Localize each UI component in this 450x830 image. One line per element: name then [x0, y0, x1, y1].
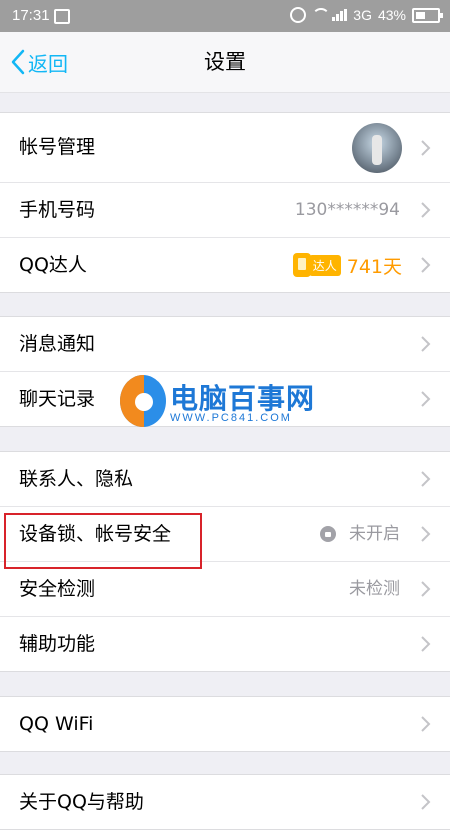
status-right: 3G 43% [290, 7, 443, 23]
chevron-right-icon [421, 202, 431, 218]
row-label: 辅助功能 [19, 633, 96, 655]
talent-badge-label: 达人 [308, 254, 341, 276]
talent-badge-icon: 达人 [292, 253, 341, 277]
settings-row-qq-wifi[interactable]: QQ WiFi [0, 697, 450, 751]
settings-row-notifications[interactable]: 消息通知 [0, 317, 450, 372]
signal-icon [332, 9, 348, 21]
status-bar: 17:31 3G 43% [0, 0, 450, 32]
watermark-logo-icon [120, 375, 166, 427]
device-lock-status: 未开启 [349, 524, 400, 544]
settings-row-security-check[interactable]: 安全检测 未检测 [0, 562, 450, 617]
row-label: 关于QQ与帮助 [19, 791, 144, 813]
settings-row-qq-talent[interactable]: QQ达人 达人 741天 [0, 238, 450, 292]
watermark-title: 电脑百事网 [170, 382, 316, 415]
security-check-status: 未检测 [349, 579, 400, 599]
row-label: QQ达人 [19, 254, 87, 276]
screenshot-icon [54, 9, 70, 24]
chevron-right-icon [421, 471, 431, 487]
settings-group-about: 关于QQ与帮助 [0, 774, 450, 830]
network-type: 3G [353, 7, 372, 23]
row-label: 安全检测 [19, 578, 96, 600]
settings-row-contacts-privacy[interactable]: 联系人、隐私 [0, 452, 450, 507]
row-label: 手机号码 [19, 199, 96, 221]
nav-bar: 返回 设置 [0, 32, 450, 93]
chevron-right-icon [421, 336, 431, 352]
chevron-right-icon [421, 257, 431, 273]
chevron-right-icon [421, 526, 431, 542]
row-label: 消息通知 [19, 333, 96, 355]
highlight-box [4, 513, 202, 569]
row-label: QQ WiFi [19, 713, 94, 735]
chevron-right-icon [421, 139, 431, 156]
wifi-icon [312, 8, 331, 22]
settings-row-accessibility[interactable]: 辅助功能 [0, 617, 450, 671]
row-label: 帐号管理 [19, 136, 96, 158]
chevron-right-icon [421, 716, 431, 732]
settings-row-phone[interactable]: 手机号码 130******94 [0, 183, 450, 238]
settings-group-account: 帐号管理 手机号码 130******94 QQ达人 达人 741天 [0, 112, 450, 293]
chevron-right-icon [421, 636, 431, 652]
qq-talent-value: 达人 741天 [292, 238, 402, 292]
row-label: 聊天记录 [19, 388, 96, 410]
lock-icon [320, 526, 336, 542]
status-time: 17:31 [12, 7, 50, 24]
watermark-url: WWW.PC841.COM [170, 412, 292, 424]
avatar [352, 123, 402, 173]
alarm-icon [290, 7, 307, 23]
chevron-right-icon [421, 794, 431, 810]
battery-percent: 43% [377, 7, 406, 23]
settings-row-account-management[interactable]: 帐号管理 [0, 113, 450, 183]
talent-days: 741天 [346, 255, 402, 278]
page-title: 设置 [204, 50, 246, 74]
settings-group-wifi: QQ WiFi [0, 696, 450, 752]
watermark: 电脑百事网 WWW.PC841.COM [120, 375, 332, 427]
settings-row-about-help[interactable]: 关于QQ与帮助 [0, 775, 450, 829]
row-label: 联系人、隐私 [19, 468, 134, 490]
chevron-right-icon [421, 391, 431, 407]
chevron-right-icon [421, 581, 431, 597]
battery-icon [412, 7, 443, 23]
phone-value: 130******94 [294, 200, 400, 220]
